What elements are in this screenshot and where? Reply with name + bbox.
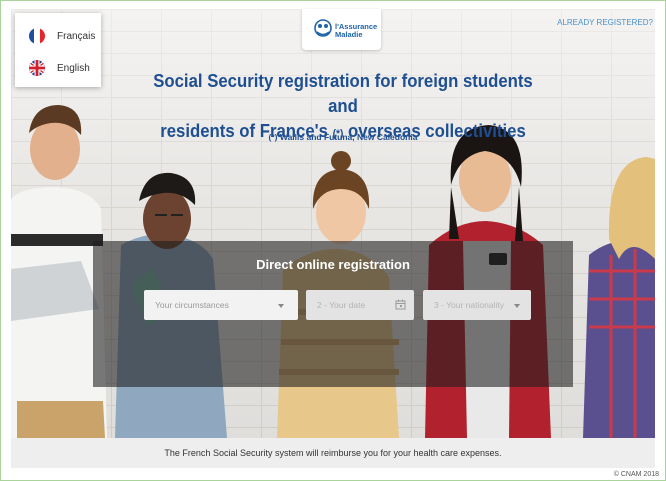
page-title-line1: Social Security registration for foreign…: [153, 71, 533, 116]
nationality-select[interactable]: 3 - Your nationality: [423, 290, 531, 320]
uk-flag-icon: [29, 60, 45, 76]
date-input[interactable]: 2 - Your date: [306, 290, 414, 320]
logo-emblem-icon: [314, 19, 332, 37]
france-flag-icon: [29, 28, 45, 44]
circumstances-select[interactable]: Your circumstances: [144, 290, 298, 320]
nationality-placeholder: 3 - Your nationality: [434, 300, 504, 310]
already-registered-link[interactable]: ALREADY REGISTERED?: [557, 18, 653, 27]
info-bar: The French Social Security system will r…: [11, 438, 655, 468]
circumstances-placeholder: Your circumstances: [155, 300, 229, 310]
logo-text-line2: Maladie: [335, 30, 363, 39]
language-option-francais[interactable]: Français: [15, 23, 101, 51]
language-menu: Français English: [15, 13, 101, 87]
page-frame: Français English l'Assurance Maladie ALR…: [0, 0, 666, 481]
language-option-english[interactable]: English: [15, 55, 101, 83]
copyright-text: © CNAM 2018: [613, 471, 659, 478]
calendar-icon: [395, 299, 406, 310]
chevron-down-icon: [514, 304, 520, 308]
language-label-english: English: [57, 63, 90, 74]
date-placeholder: 2 - Your date: [317, 300, 366, 310]
chevron-down-icon: [278, 304, 284, 308]
logo-text: l'Assurance Maladie: [335, 23, 377, 39]
language-label-francais: Français: [57, 31, 96, 42]
info-message: The French Social Security system will r…: [164, 448, 502, 458]
assurance-maladie-logo[interactable]: l'Assurance Maladie: [302, 9, 381, 50]
registration-panel: Direct online registration Your circumst…: [93, 241, 573, 387]
registration-title: Direct online registration: [256, 257, 410, 272]
page-subtitle: (*) Wallis and Futuna, New Caledonia: [268, 132, 418, 142]
